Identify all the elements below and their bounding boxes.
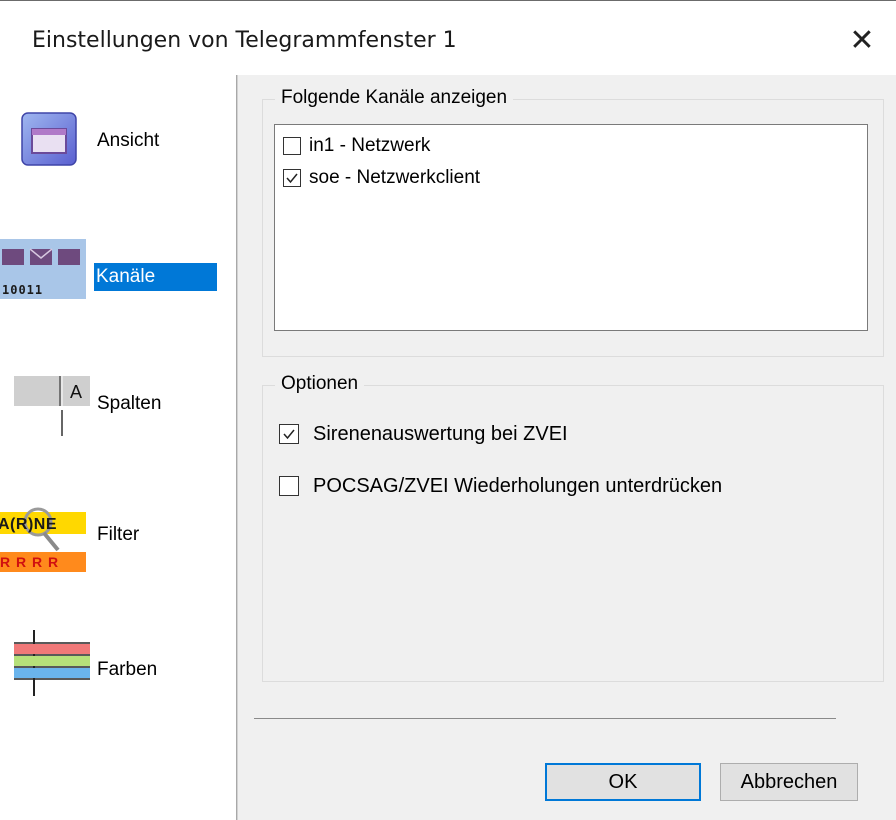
- option-label-wiederholungen: POCSAG/ZVEI Wiederholungen unterdrücken: [313, 474, 723, 497]
- channel-checkbox-soe[interactable]: [283, 169, 301, 187]
- filter-icon-bottom-text: R R R R: [0, 554, 60, 570]
- ok-button[interactable]: OK: [545, 763, 701, 801]
- channel-item-soe[interactable]: soe - Netzwerkclient: [283, 165, 480, 191]
- option-wiederholungen[interactable]: POCSAG/ZVEI Wiederholungen unterdrücken: [279, 472, 722, 500]
- svg-text:A: A: [70, 382, 82, 402]
- channels-icon: 10011: [0, 239, 86, 299]
- nav-item-kanaele[interactable]: 10011 Kanäle: [0, 235, 234, 305]
- nav-label-spalten: Spalten: [97, 393, 162, 414]
- options-group: Optionen Sirenenauswertung bei ZVEI POCS…: [262, 373, 884, 682]
- channel-item-in1[interactable]: in1 - Netzwerk: [283, 133, 430, 159]
- checkmark-icon: [283, 429, 295, 440]
- channel-checkbox-in1[interactable]: [283, 137, 301, 155]
- channel-label-soe: soe - Netzwerkclient: [309, 167, 481, 188]
- colors-icon: [14, 630, 90, 696]
- window-title: Einstellungen von Telegrammfenster 1: [32, 28, 457, 53]
- window-icon: [10, 111, 86, 171]
- channels-listbox[interactable]: in1 - Netzwerk soe - Netzwerkclient: [274, 124, 868, 331]
- option-label-sirenenauswertung: Sirenenauswertung bei ZVEI: [313, 422, 568, 445]
- window-top-border: [0, 0, 896, 1]
- option-sirenenauswertung[interactable]: Sirenenauswertung bei ZVEI: [279, 420, 568, 448]
- nav-item-filter[interactable]: A(R)NE R R R R Filter: [0, 500, 234, 572]
- button-separator: [254, 718, 836, 719]
- close-button[interactable]: ✕: [842, 20, 882, 60]
- nav-label-kanaele: Kanäle: [94, 263, 217, 291]
- option-checkbox-sirenenauswertung[interactable]: [279, 424, 299, 444]
- settings-nav: Ansicht 10011 Kanäle A Spalten A(R)NE R …: [0, 75, 236, 820]
- close-icon: ✕: [849, 22, 875, 58]
- settings-panel: Folgende Kanäle anzeigen in1 - Netzwerk …: [238, 75, 896, 820]
- checkmark-icon: [286, 173, 298, 184]
- cancel-button[interactable]: Abbrechen: [720, 763, 858, 801]
- nav-item-ansicht[interactable]: Ansicht: [0, 105, 234, 175]
- options-group-legend: Optionen: [275, 373, 365, 395]
- nav-label-farben: Farben: [97, 659, 158, 680]
- option-checkbox-wiederholungen[interactable]: [279, 476, 299, 496]
- nav-item-farben[interactable]: Farben: [0, 630, 234, 700]
- channels-group: Folgende Kanäle anzeigen in1 - Netzwerk …: [262, 87, 884, 357]
- filter-icon-top-text: A(R)NE: [0, 516, 57, 533]
- filter-icon: A(R)NE R R R R: [0, 506, 86, 572]
- nav-label-filter: Filter: [97, 524, 140, 545]
- channels-icon-text: 10011: [2, 283, 44, 297]
- columns-icon: A: [14, 376, 90, 436]
- nav-item-spalten[interactable]: A Spalten: [0, 370, 234, 440]
- channels-group-legend: Folgende Kanäle anzeigen: [275, 87, 514, 109]
- channel-label-in1: in1 - Netzwerk: [309, 135, 431, 156]
- nav-label-ansicht: Ansicht: [97, 130, 160, 151]
